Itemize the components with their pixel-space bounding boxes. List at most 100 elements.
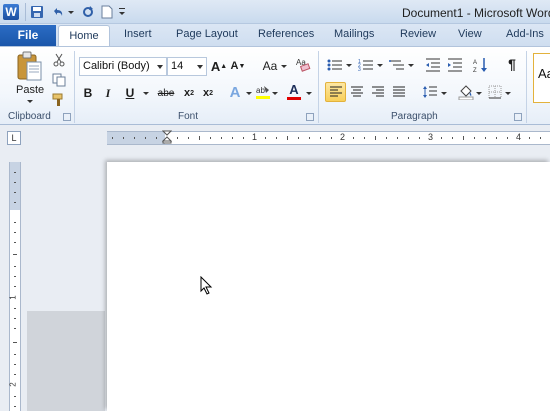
change-case-dropdown-icon[interactable] xyxy=(281,65,287,68)
tab-mailings[interactable]: Mailings xyxy=(334,28,374,40)
font-name-combo[interactable]: Calibri (Body) xyxy=(79,57,167,76)
paste-dropdown-icon[interactable] xyxy=(27,100,33,103)
document-page[interactable] xyxy=(107,162,550,411)
new-document-icon[interactable] xyxy=(99,4,115,20)
font-name-value: Calibri (Body) xyxy=(83,60,150,72)
tab-insert[interactable]: Insert xyxy=(124,28,152,40)
shading-icon[interactable] xyxy=(457,83,475,101)
font-group-label: Font xyxy=(178,111,199,122)
grow-font-button[interactable]: A ▲ xyxy=(210,57,228,75)
line-spacing-icon[interactable] xyxy=(421,83,439,101)
mouse-pointer-icon xyxy=(200,276,213,295)
bullets-icon[interactable] xyxy=(326,56,344,74)
subscript-button[interactable]: x2 xyxy=(180,84,198,102)
chevron-down-icon xyxy=(197,65,203,69)
text-effects-dropdown-icon[interactable] xyxy=(246,92,252,95)
window-title: Document1 - Microsoft Word xyxy=(402,6,550,20)
tab-add-ins[interactable]: Add-Ins xyxy=(506,28,544,40)
change-case-button[interactable]: Aa xyxy=(258,57,282,75)
paste-icon[interactable] xyxy=(15,51,43,83)
increase-indent-icon[interactable] xyxy=(446,56,464,74)
svg-text:A: A xyxy=(473,60,477,66)
ruler-number: 3 xyxy=(428,132,434,142)
text-effects-button[interactable]: A xyxy=(226,83,244,101)
clear-formatting-icon[interactable]: Aa xyxy=(294,55,312,73)
title-bar: W Document1 - Microsoft Word xyxy=(0,0,550,24)
borders-icon[interactable] xyxy=(486,83,504,101)
clipboard-dialog-launcher[interactable] xyxy=(63,113,71,121)
align-center-button[interactable] xyxy=(348,83,366,101)
paste-button[interactable]: Paste xyxy=(16,84,44,96)
svg-text:Z: Z xyxy=(473,68,477,73)
tab-review[interactable]: Review xyxy=(400,28,436,40)
paragraph-dialog-launcher[interactable] xyxy=(514,113,522,121)
quick-styles-gallery[interactable]: Aa xyxy=(533,53,550,103)
underline-button[interactable]: U xyxy=(121,84,139,102)
align-right-button[interactable] xyxy=(369,83,387,101)
highlight-icon[interactable]: ab xyxy=(254,83,272,101)
ruler-number: 1 xyxy=(252,132,258,142)
multilevel-list-icon[interactable] xyxy=(388,56,406,74)
numbering-icon[interactable]: 123 xyxy=(357,56,375,74)
multilevel-dropdown-icon[interactable] xyxy=(408,64,414,67)
tab-view[interactable]: View xyxy=(458,28,482,40)
copy-icon[interactable] xyxy=(50,71,68,89)
group-separator xyxy=(74,51,75,123)
borders-dropdown-icon[interactable] xyxy=(505,92,511,95)
ruler-number: 1 xyxy=(8,295,18,300)
chevron-down-icon xyxy=(157,65,163,69)
tab-file[interactable]: File xyxy=(0,25,56,46)
superscript-button[interactable]: x2 xyxy=(199,84,217,102)
undo-icon[interactable] xyxy=(50,4,66,20)
font-color-button[interactable]: A xyxy=(285,82,303,100)
group-separator xyxy=(318,51,319,123)
redo-icon[interactable] xyxy=(80,4,96,20)
tab-page-layout[interactable]: Page Layout xyxy=(176,28,238,40)
shading-dropdown-icon[interactable] xyxy=(476,92,482,95)
font-size-combo[interactable]: 14 xyxy=(167,57,207,76)
font-size-value: 14 xyxy=(171,60,184,72)
numbering-dropdown-icon[interactable] xyxy=(377,64,383,67)
indent-marker-icon[interactable] xyxy=(162,130,172,144)
italic-button[interactable]: I xyxy=(99,84,117,102)
workspace-shadow xyxy=(27,311,105,411)
save-icon[interactable] xyxy=(29,4,45,20)
highlight-dropdown-icon[interactable] xyxy=(272,92,278,95)
undo-dropdown-icon[interactable] xyxy=(68,11,74,14)
vertical-ruler[interactable]: 1 2 xyxy=(9,162,21,411)
qat-separator xyxy=(25,3,26,21)
ribbon: Paste Clipboard Calibri (Body) 14 A ▲ A ▼ … xyxy=(0,46,550,125)
style-preview-text: Aa xyxy=(538,66,550,81)
word-app-icon[interactable]: W xyxy=(3,4,19,20)
tab-references[interactable]: References xyxy=(258,28,314,40)
font-color-dropdown-icon[interactable] xyxy=(306,92,312,95)
tab-selector-button[interactable]: L xyxy=(7,131,21,145)
customize-qat-icon[interactable] xyxy=(114,4,130,20)
align-left-button[interactable] xyxy=(325,82,346,102)
clipboard-group-label: Clipboard xyxy=(8,111,51,122)
horizontal-ruler[interactable]: 1 2 3 4 xyxy=(107,130,550,145)
decrease-indent-icon[interactable] xyxy=(424,56,442,74)
font-color-bar xyxy=(287,97,301,100)
bullets-dropdown-icon[interactable] xyxy=(346,64,352,67)
cut-icon[interactable] xyxy=(50,51,68,69)
tab-home[interactable]: Home xyxy=(58,25,110,47)
svg-text:ab: ab xyxy=(256,86,265,95)
ruler-ticks xyxy=(112,136,541,140)
ruler-number: 2 xyxy=(8,382,18,387)
shrink-font-button[interactable]: A ▼ xyxy=(229,57,247,75)
justify-button[interactable] xyxy=(390,83,408,101)
show-marks-button[interactable]: ¶ xyxy=(503,55,521,73)
ruler-number: 4 xyxy=(516,132,522,142)
strikethrough-button[interactable]: abe xyxy=(155,84,177,102)
line-spacing-dropdown-icon[interactable] xyxy=(441,92,447,95)
sort-icon[interactable]: AZ xyxy=(472,56,490,74)
format-painter-icon[interactable] xyxy=(50,91,68,109)
ruler-ticks xyxy=(13,172,17,407)
font-dialog-launcher[interactable] xyxy=(306,113,314,121)
underline-dropdown-icon[interactable] xyxy=(143,92,149,95)
svg-text:3: 3 xyxy=(358,67,361,72)
bold-button[interactable]: B xyxy=(79,84,97,102)
ruler-number: 2 xyxy=(340,132,346,142)
group-separator xyxy=(526,51,527,123)
